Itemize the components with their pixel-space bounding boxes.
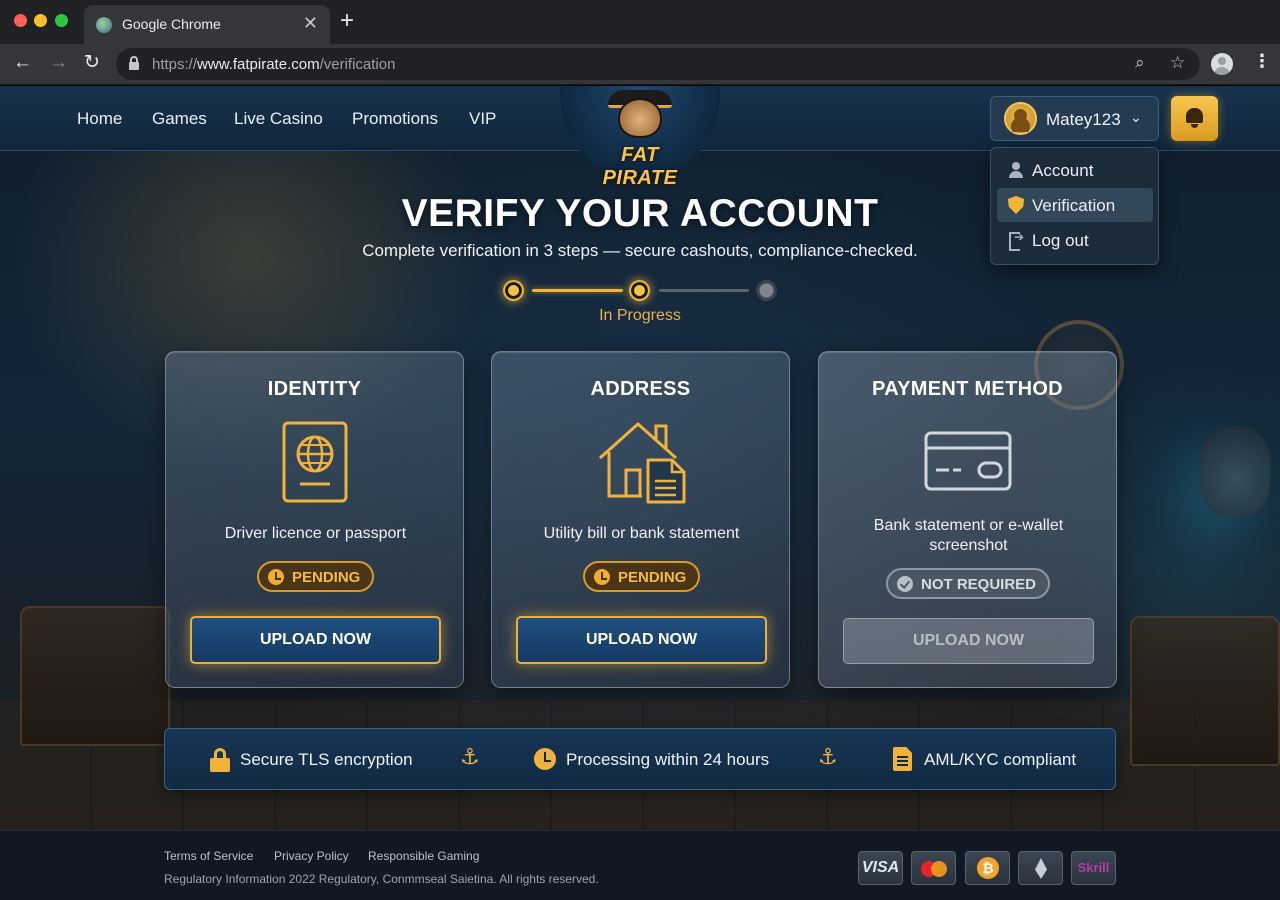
nav-promotions[interactable]: Promotions bbox=[352, 109, 438, 129]
mastercard-icon bbox=[911, 851, 956, 885]
identity-card: IDENTITY Driver licence or passport PEND… bbox=[165, 351, 464, 688]
username: Matey123 bbox=[1046, 110, 1121, 129]
nav-home[interactable]: Home bbox=[77, 109, 122, 129]
card-description: Utility bill or bank statement bbox=[543, 525, 740, 542]
card-description: Driver licence or passport bbox=[224, 525, 407, 542]
upload-identity-button[interactable]: UPLOAD NOW bbox=[190, 616, 441, 664]
tab-title: Google Chrome bbox=[122, 16, 221, 32]
credit-card-icon bbox=[924, 431, 1012, 491]
status-badge: NOT REQUIRED bbox=[886, 568, 1050, 599]
reload-icon[interactable]: ↻ bbox=[84, 52, 100, 74]
menu-item-account[interactable]: Account bbox=[997, 153, 1153, 187]
step-3-indicator bbox=[756, 280, 777, 301]
nav-games[interactable]: Games bbox=[152, 109, 207, 129]
user-icon bbox=[1008, 161, 1024, 179]
url-text[interactable]: https://www.fatpirate.com/verification bbox=[152, 56, 395, 73]
pirate-face-icon bbox=[618, 98, 662, 138]
anchor-icon: ⚓ bbox=[818, 744, 838, 769]
upload-payment-button[interactable]: UPLOAD NOW bbox=[843, 618, 1094, 664]
trust-processing-text: Processing within 24 hours bbox=[566, 750, 770, 769]
bitcoin-icon bbox=[965, 851, 1010, 885]
tab-favicon-icon bbox=[96, 17, 112, 33]
card-description: Bank statement or e-wallet screenshot bbox=[873, 517, 1064, 554]
maximize-window-button[interactable] bbox=[55, 14, 68, 27]
footer-link-terms[interactable]: Terms of Service bbox=[164, 849, 253, 863]
anchor-icon: ⚓ bbox=[460, 744, 480, 769]
address-card: ADDRESS Utility bill or bank statement P… bbox=[491, 351, 790, 688]
nav-live-casino[interactable]: Live Casino bbox=[234, 109, 323, 129]
forward-icon[interactable]: → bbox=[49, 52, 68, 74]
new-tab-icon[interactable]: + bbox=[340, 9, 354, 33]
bookmark-star-icon[interactable]: ☆ bbox=[1170, 53, 1185, 73]
page-title: VERIFY YOUR ACCOUNT bbox=[401, 192, 879, 235]
document-icon bbox=[893, 747, 912, 771]
avatar bbox=[1004, 102, 1037, 135]
background-chest-right bbox=[1130, 616, 1280, 766]
clock-icon bbox=[534, 748, 556, 770]
trust-compliance-text: AML/KYC compliant bbox=[924, 750, 1077, 769]
user-menu-button[interactable]: Matey123 ⌄ bbox=[990, 96, 1159, 141]
page: Home Games Live Casino Promotions VIP Ma… bbox=[0, 86, 1280, 900]
check-circle-icon bbox=[897, 576, 913, 592]
tab-close-icon[interactable]: ✕ bbox=[303, 13, 318, 34]
back-icon[interactable]: ← bbox=[13, 52, 32, 74]
trust-bar: Secure TLS encryption ⚓ Processing withi… bbox=[164, 728, 1116, 790]
step-connector-1 bbox=[532, 289, 623, 292]
clock-icon bbox=[594, 569, 610, 585]
lock-icon[interactable] bbox=[129, 56, 139, 70]
upload-address-button[interactable]: UPLOAD NOW bbox=[516, 616, 767, 664]
notifications-button[interactable] bbox=[1171, 96, 1218, 141]
skrill-icon: Skrill bbox=[1071, 851, 1116, 885]
bell-icon bbox=[1186, 108, 1203, 128]
step-1-indicator bbox=[503, 280, 524, 301]
menu-item-label: Account bbox=[1032, 161, 1094, 180]
visa-icon: VISA bbox=[858, 851, 903, 885]
card-title: PAYMENT METHOD bbox=[872, 378, 1063, 400]
card-title: IDENTITY bbox=[267, 378, 362, 400]
footer-link-responsible-gaming[interactable]: Responsible Gaming bbox=[368, 849, 479, 863]
clock-icon bbox=[268, 569, 284, 585]
footer-link-privacy[interactable]: Privacy Policy bbox=[274, 849, 349, 863]
browser-tab[interactable]: Google Chrome ✕ bbox=[84, 5, 330, 44]
card-title: ADDRESS bbox=[590, 378, 691, 400]
ethereum-icon bbox=[1018, 851, 1063, 885]
close-window-button[interactable] bbox=[14, 14, 27, 27]
house-document-icon bbox=[598, 422, 686, 504]
address-bar[interactable]: https://www.fatpirate.com/verification ⌕… bbox=[116, 48, 1200, 80]
step-connector-2 bbox=[659, 289, 749, 292]
minimize-window-button[interactable] bbox=[34, 14, 47, 27]
background-chest-left bbox=[20, 606, 170, 746]
padlock-icon bbox=[210, 748, 230, 772]
logo-text: FAT PIRATE bbox=[602, 144, 678, 189]
chevron-down-icon: ⌄ bbox=[1130, 109, 1142, 125]
progress-label: In Progress bbox=[599, 307, 681, 324]
nav-vip[interactable]: VIP bbox=[469, 109, 496, 129]
browser-titlebar: Google Chrome ✕ + bbox=[0, 0, 1280, 44]
footer-legal-text: Regulatory Information 2022 Regulatory, … bbox=[164, 872, 599, 886]
trust-encryption-text: Secure TLS encryption bbox=[240, 750, 413, 769]
zoom-icon[interactable]: ⌕ bbox=[1135, 53, 1145, 73]
site-logo[interactable]: FAT PIRATE bbox=[560, 86, 720, 189]
status-badge: PENDING bbox=[583, 561, 700, 592]
step-2-indicator bbox=[629, 280, 650, 301]
passport-icon bbox=[282, 421, 348, 503]
browser-toolbar: ← → ↻ https://www.fatpirate.com/verifica… bbox=[0, 44, 1280, 85]
background-pirate bbox=[1200, 426, 1270, 516]
profile-avatar-icon[interactable] bbox=[1211, 53, 1233, 75]
page-subtitle: Complete verification in 3 steps — secur… bbox=[362, 241, 918, 260]
menu-kebab-icon[interactable]: ⋮ bbox=[1253, 52, 1271, 70]
payment-method-card: PAYMENT METHOD Bank statement or e-walle… bbox=[818, 351, 1117, 688]
status-badge: PENDING bbox=[257, 561, 374, 592]
site-footer: Terms of Service Privacy Policy Responsi… bbox=[0, 830, 1280, 900]
